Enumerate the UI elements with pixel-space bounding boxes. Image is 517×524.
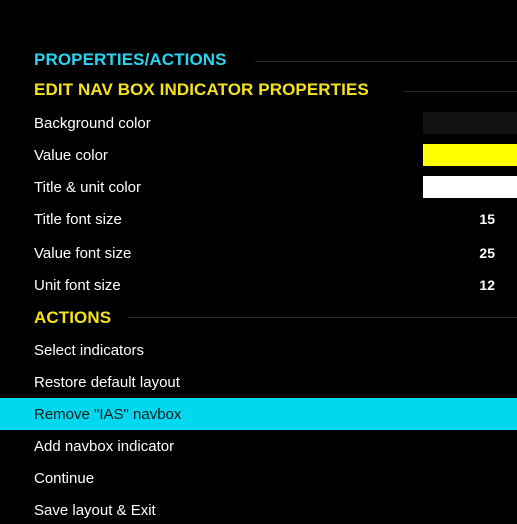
- edit-navbox-divider: [404, 91, 517, 92]
- properties-actions-header: PROPERTIES/ACTIONS: [34, 50, 227, 69]
- value-color-label: Value color: [34, 146, 108, 164]
- unit-font-size-label: Unit font size: [34, 276, 121, 294]
- unit-font-size-value: 12: [479, 277, 495, 293]
- add-navbox-indicator-item[interactable]: Add navbox indicator: [0, 430, 517, 462]
- title-unit-color-label: Title & unit color: [34, 178, 141, 196]
- remove-navbox-label: Remove "IAS" navbox: [34, 405, 182, 423]
- save-layout-exit-item[interactable]: Save layout & Exit: [0, 494, 517, 524]
- value-color-swatch[interactable]: [423, 144, 517, 166]
- continue-item[interactable]: Continue: [0, 462, 517, 494]
- edit-navbox-properties-header: EDIT NAV BOX INDICATOR PROPERTIES: [34, 80, 369, 99]
- background-color-label: Background color: [34, 114, 151, 132]
- properties-actions-panel: PROPERTIES/ACTIONS EDIT NAV BOX INDICATO…: [0, 0, 517, 524]
- unit-font-size-row[interactable]: Unit font size 12: [0, 269, 517, 301]
- actions-header: ACTIONS: [34, 308, 112, 327]
- select-indicators-item[interactable]: Select indicators: [0, 334, 517, 366]
- background-color-swatch[interactable]: [423, 112, 517, 134]
- title-font-size-row[interactable]: Title font size 15: [0, 203, 517, 235]
- background-color-row[interactable]: Background color: [0, 107, 517, 139]
- restore-default-layout-label: Restore default layout: [34, 373, 180, 391]
- title-unit-color-swatch[interactable]: [423, 176, 517, 198]
- select-indicators-label: Select indicators: [34, 341, 145, 359]
- value-font-size-row[interactable]: Value font size 25: [0, 237, 517, 269]
- properties-actions-divider: [255, 61, 517, 62]
- title-font-size-label: Title font size: [34, 210, 122, 228]
- actions-divider: [128, 317, 517, 318]
- value-font-size-label: Value font size: [34, 244, 132, 262]
- save-layout-exit-label: Save layout & Exit: [34, 501, 156, 519]
- add-navbox-indicator-label: Add navbox indicator: [34, 437, 175, 455]
- continue-label: Continue: [34, 469, 95, 487]
- title-unit-color-row[interactable]: Title & unit color: [0, 171, 517, 203]
- remove-navbox-item[interactable]: Remove "IAS" navbox: [0, 398, 517, 430]
- title-font-size-value: 15: [479, 211, 495, 227]
- restore-default-layout-item[interactable]: Restore default layout: [0, 366, 517, 398]
- value-font-size-value: 25: [479, 245, 495, 261]
- value-color-row[interactable]: Value color: [0, 139, 517, 171]
